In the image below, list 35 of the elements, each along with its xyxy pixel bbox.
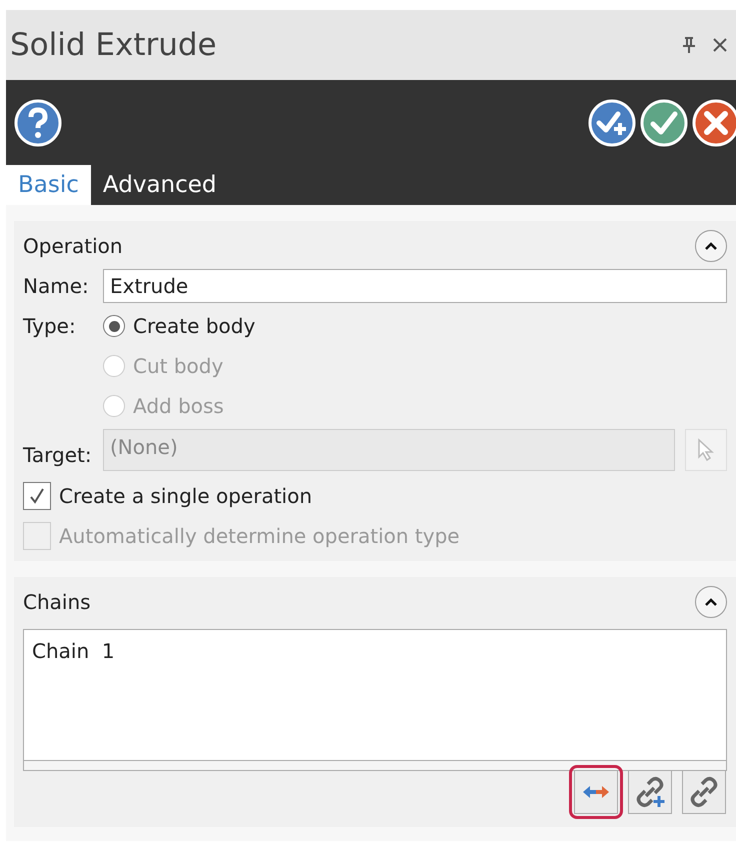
radio-button[interactable] — [103, 315, 125, 337]
name-field[interactable]: Extrude — [103, 269, 727, 303]
ok-and-new-icon[interactable] — [588, 98, 636, 146]
field-label: Target: — [23, 442, 93, 469]
link-icon — [688, 776, 720, 808]
section-title: Chains — [23, 589, 91, 616]
cancel-icon[interactable] — [692, 98, 736, 146]
chevron-up-icon — [704, 597, 718, 607]
window-title: Solid Extrude — [10, 26, 218, 65]
tab[interactable]: Advanced — [90, 165, 229, 205]
section-title: Operation — [23, 233, 123, 260]
collapse-button[interactable] — [695, 230, 727, 262]
double-arrow-icon — [581, 784, 611, 800]
radio-label: Add boss — [133, 393, 224, 420]
close-icon[interactable] — [712, 37, 728, 53]
ok-icon[interactable] — [640, 98, 688, 146]
tab[interactable]: Basic — [6, 165, 91, 205]
pin-icon[interactable] — [682, 36, 696, 54]
add-link-icon — [634, 776, 666, 808]
radio-label: Cut body — [133, 353, 224, 380]
check-icon — [28, 487, 46, 505]
checkbox[interactable] — [23, 482, 51, 510]
radio-label: Create body — [133, 313, 256, 340]
tool-button[interactable] — [628, 770, 672, 814]
help-icon[interactable] — [14, 98, 62, 146]
field-label: Type: — [23, 313, 77, 340]
scrollbar[interactable] — [24, 760, 726, 770]
list-item[interactable]: Chain 1 — [32, 636, 718, 666]
collapse-button[interactable] — [695, 586, 727, 618]
checkbox-label: Create a single operation — [59, 483, 312, 510]
chevron-up-icon — [704, 241, 718, 251]
field-label: Name: — [23, 273, 90, 300]
cursor-icon — [697, 438, 715, 462]
tool-button[interactable] — [682, 770, 726, 814]
checkbox-label: Automatically determine operation type — [59, 523, 460, 550]
